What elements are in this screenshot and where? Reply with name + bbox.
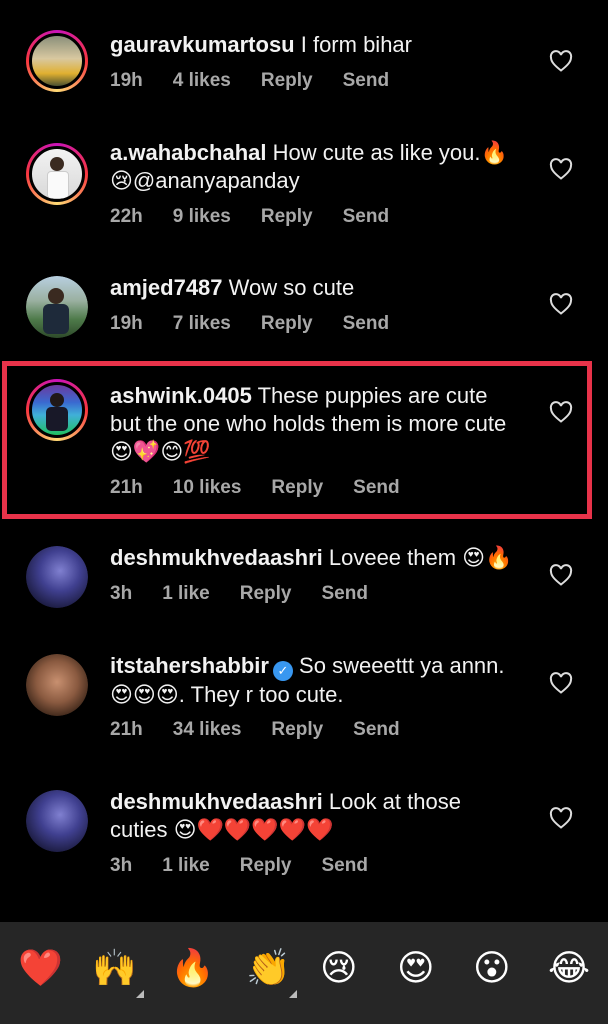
reply-button[interactable]: Reply [240, 855, 292, 876]
comment-meta: 19h 4 likes Reply Send [110, 70, 419, 92]
comment-text: gauravkumartosu I form bihar [110, 31, 520, 59]
username[interactable]: amjed7487 [110, 275, 223, 300]
comment-text: ashwink.0405 These puppies are cute but … [110, 382, 520, 466]
heart-icon[interactable] [549, 158, 573, 180]
username[interactable]: deshmukhvedaashri [110, 545, 323, 570]
comment-meta: 3h 1 like Reply Send [110, 583, 398, 605]
timestamp: 22h [110, 206, 143, 227]
heart-icon[interactable] [549, 564, 573, 586]
send-button[interactable]: Send [343, 70, 389, 91]
comment-meta: 19h 7 likes Reply Send [110, 313, 419, 335]
avatar[interactable] [26, 276, 88, 338]
reply-button[interactable]: Reply [261, 70, 313, 91]
tears-of-joy-emoji-button[interactable]: 😂 [548, 948, 590, 990]
avatar[interactable] [26, 790, 88, 852]
heart-eyes-emoji-button[interactable]: 😍 [397, 948, 435, 990]
send-button[interactable]: Send [343, 313, 389, 334]
raising-hands-emoji-button[interactable]: 🙌 [92, 948, 137, 990]
reply-button[interactable]: Reply [271, 477, 323, 498]
likes-count[interactable]: 34 likes [173, 719, 242, 740]
reply-button[interactable]: Reply [261, 206, 313, 227]
comment-text: deshmukhvedaashri Loveee them 😍🔥 [110, 544, 520, 572]
timestamp: 19h [110, 313, 143, 334]
heart-icon[interactable] [549, 401, 573, 423]
avatar[interactable] [26, 546, 88, 608]
skin-tone-indicator-icon [289, 990, 297, 998]
username[interactable]: a.wahabchahal [110, 140, 267, 165]
comment-meta: 22h 9 likes Reply Send [110, 206, 419, 228]
comment-text: a.wahabchahal How cute as like you.🔥😢@an… [110, 139, 520, 195]
likes-count[interactable]: 9 likes [173, 206, 231, 227]
likes-count[interactable]: 10 likes [173, 477, 242, 498]
comment-text: deshmukhvedaashri Look at those cuties 😍… [110, 788, 520, 844]
comment-meta: 3h 1 like Reply Send [110, 855, 398, 877]
crying-face-emoji-button[interactable]: 😢 [320, 948, 358, 990]
username[interactable]: ashwink.0405 [110, 383, 252, 408]
red-heart-emoji-button[interactable]: ❤️ [18, 948, 63, 990]
likes-count[interactable]: 1 like [162, 583, 210, 604]
timestamp: 3h [110, 583, 133, 604]
send-button[interactable]: Send [353, 719, 399, 740]
skin-tone-indicator-icon [136, 990, 144, 998]
comment-meta: 21h 34 likes Reply Send [110, 719, 430, 741]
reply-button[interactable]: Reply [271, 719, 323, 740]
heart-icon[interactable] [549, 293, 573, 315]
reply-button[interactable]: Reply [240, 583, 292, 604]
verified-badge-icon: ✓ [272, 661, 293, 681]
comment-text: itstahershabbir ✓ So sweeettt ya annn. 😍😍… [110, 652, 520, 709]
timestamp: 21h [110, 719, 143, 740]
clapping-hands-emoji-button[interactable]: 👏 [246, 948, 291, 990]
comment-text: amjed7487 Wow so cute [110, 274, 520, 302]
username[interactable]: itstahershabbir [110, 653, 269, 678]
avatar[interactable] [26, 379, 88, 441]
send-button[interactable]: Send [343, 206, 389, 227]
comment-body: I form bihar [294, 32, 412, 57]
comment-body: Wow so cute [222, 275, 355, 300]
heart-icon[interactable] [549, 807, 573, 829]
reply-button[interactable]: Reply [261, 313, 313, 334]
fire-emoji-button[interactable]: 🔥 [170, 948, 215, 990]
send-button[interactable]: Send [321, 583, 367, 604]
avatar[interactable] [26, 30, 88, 92]
send-button[interactable]: Send [321, 855, 367, 876]
heart-icon[interactable] [549, 672, 573, 694]
heart-icon[interactable] [549, 50, 573, 72]
avatar[interactable] [26, 143, 88, 205]
likes-count[interactable]: 1 like [162, 855, 210, 876]
timestamp: 19h [110, 70, 143, 91]
timestamp: 3h [110, 855, 133, 876]
avatar[interactable] [26, 654, 88, 716]
username[interactable]: gauravkumartosu [110, 32, 295, 57]
likes-count[interactable]: 7 likes [173, 313, 231, 334]
send-button[interactable]: Send [353, 477, 399, 498]
surprised-face-emoji-button[interactable]: 😮 [473, 948, 511, 990]
likes-count[interactable]: 4 likes [173, 70, 231, 91]
comment-meta: 21h 10 likes Reply Send [110, 477, 430, 499]
comment-body: Loveee them 😍🔥 [322, 545, 513, 570]
username[interactable]: deshmukhvedaashri [110, 789, 323, 814]
timestamp: 21h [110, 477, 143, 498]
